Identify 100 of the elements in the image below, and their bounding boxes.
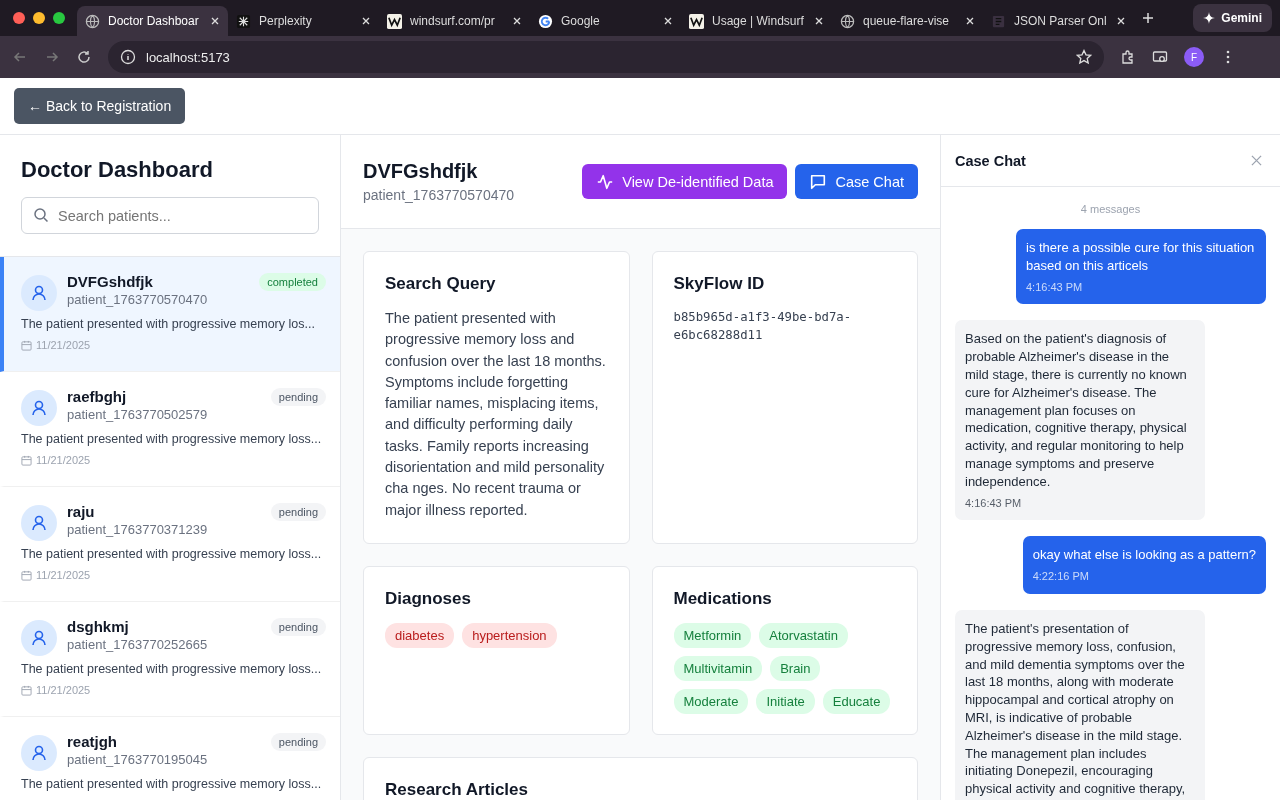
profile-avatar[interactable]: F bbox=[1184, 47, 1204, 67]
search-query-text: The patient presented with progressive memory loss and confusion over the last 18 months. Symptoms include forgetting familiar names, misplacing items, and difficulty performing daily tasks. Family reports increasing disorientation and mild personality cha nges. No recent trauma or major illness reported. bbox=[385, 309, 607, 520]
patient-item[interactable]: reatjgh patient_1763770195045 pending The patient presented with progressive memory loss... bbox=[0, 717, 340, 800]
minimize-window-icon[interactable] bbox=[33, 12, 45, 24]
patient-id: patient_1763770371239 bbox=[67, 522, 209, 537]
medication-tag: Multivitamin bbox=[673, 656, 763, 681]
message-time: 4:16:43 PM bbox=[965, 495, 1023, 511]
url-text: localhost:5173 bbox=[146, 49, 230, 65]
user-avatar-icon bbox=[21, 390, 57, 426]
card-title: Diagnoses bbox=[385, 589, 472, 609]
status-badge: pending bbox=[270, 503, 326, 521]
card-title: Search Query bbox=[385, 274, 497, 294]
status-badge: pending bbox=[270, 388, 326, 406]
medication-tag: Educate bbox=[822, 689, 891, 714]
browser-tab[interactable]: windsurf.com/pr bbox=[379, 6, 530, 36]
user-avatar-icon bbox=[21, 275, 57, 311]
browser-tab[interactable]: Perplexity bbox=[228, 6, 379, 36]
patient-summary: The patient presented with progressive memory loss... bbox=[21, 662, 323, 676]
patient-id: patient_1763770252665 bbox=[67, 637, 209, 652]
patient-summary: The patient presented with progressive memory loss... bbox=[21, 547, 323, 561]
patient-name: reatjgh bbox=[67, 733, 118, 750]
message-text: okay what else is looking as a pattern? bbox=[1032, 546, 1256, 565]
wave-logo-icon bbox=[387, 13, 402, 29]
address-bar[interactable]: localhost:5173 bbox=[108, 41, 1104, 73]
message-count: 4 messages bbox=[1080, 203, 1141, 215]
medication-tag: Moderate bbox=[673, 689, 749, 714]
patient-name: dsghkmj bbox=[67, 618, 130, 635]
message-text: is there a possible cure for this situation based on this articels bbox=[1026, 239, 1256, 275]
diagnosis-tag: diabetes bbox=[385, 623, 455, 648]
search-icon bbox=[33, 207, 49, 223]
status-badge: completed bbox=[259, 273, 326, 291]
user-avatar-icon bbox=[21, 620, 57, 656]
globe-icon bbox=[85, 13, 100, 29]
new-tab-icon[interactable] bbox=[1142, 12, 1154, 24]
card-title: Medications bbox=[673, 589, 773, 609]
patient-name: DVFGshdfjk bbox=[67, 273, 154, 290]
maximize-window-icon[interactable] bbox=[53, 12, 65, 24]
calendar-icon bbox=[21, 684, 32, 696]
message-text: Based on the patient's diagnosis of probable Alzheimer's disease in the mild stage, there is currently no known cure for Alzheimer's disease. The management plan focuses on medication, cognitive therapy, physical activity, and regular monitoring to help manage symptoms and preserve independence. bbox=[965, 330, 1188, 491]
patient-id: patient_1763770502579 bbox=[67, 407, 209, 422]
patient-name: raefbghj bbox=[67, 388, 128, 405]
medication-tag: Initiate bbox=[756, 689, 815, 714]
star-icon[interactable] bbox=[1076, 49, 1092, 65]
card-title: SkyFlow ID bbox=[673, 274, 766, 294]
message-time: 4:22:16 PM bbox=[1032, 569, 1090, 585]
info-icon bbox=[120, 49, 136, 65]
patient-item[interactable]: dsghkmj patient_1763770252665 pending The patient presented with progressive memory loss... 11/21/2025 bbox=[0, 602, 340, 717]
patient-name-heading: DVFGshdfjk bbox=[363, 160, 479, 183]
calendar-icon bbox=[21, 454, 32, 466]
globe-icon bbox=[840, 13, 855, 29]
patient-id: patient_1763770570470 bbox=[363, 187, 515, 203]
view-data-button[interactable]: View De-identified Data bbox=[582, 164, 788, 199]
reload-icon[interactable] bbox=[76, 49, 92, 65]
status-badge: pending bbox=[270, 733, 326, 751]
browser-tab[interactable]: Doctor Dashboar bbox=[77, 6, 228, 36]
wave-logo-icon bbox=[689, 13, 704, 29]
close-window-icon[interactable] bbox=[13, 12, 25, 24]
user-avatar-icon bbox=[21, 505, 57, 541]
chat-bubble-icon bbox=[809, 172, 828, 191]
patient-date: 11/21/2025 bbox=[36, 339, 91, 351]
card-title: Research Articles bbox=[385, 780, 529, 800]
status-badge: pending bbox=[270, 618, 326, 636]
g-logo-icon bbox=[538, 13, 553, 29]
chat-title: Case Chat bbox=[955, 152, 1026, 169]
medication-tag: Brain bbox=[770, 656, 821, 681]
patient-item[interactable]: raefbghj patient_1763770502579 pending The patient presented with progressive memory loss... 11/21/2025 bbox=[0, 372, 340, 487]
sidebar-title: Doctor Dashboard bbox=[21, 157, 214, 183]
skyflow-id: b85b965d-a1f3-49be-bd7a-e6bc68288d11 bbox=[673, 309, 853, 344]
patient-summary: The patient presented with progressive memory los... bbox=[21, 317, 316, 331]
patient-summary: The patient presented with progressive memory loss... bbox=[21, 777, 323, 791]
patient-id: patient_1763770570470 bbox=[67, 292, 209, 307]
case-chat-button[interactable]: Case Chat bbox=[795, 164, 918, 199]
browser-tab[interactable]: queue-flare-vise bbox=[832, 6, 983, 36]
patient-date: 11/21/2025 bbox=[36, 684, 91, 696]
diagnosis-tag: hypertension bbox=[462, 623, 557, 648]
browser-tab[interactable]: Google bbox=[530, 6, 681, 36]
medication-tag: Metformin bbox=[673, 623, 752, 648]
back-button[interactable]: ← Back to Registration bbox=[14, 88, 186, 124]
calendar-icon bbox=[21, 339, 32, 351]
patient-id: patient_1763770195045 bbox=[67, 752, 209, 767]
patient-item[interactable]: DVFGshdfjk patient_1763770570470 completed The patient presented with progressive memory los... 11/21/2025 bbox=[0, 257, 340, 372]
screen-search-icon[interactable] bbox=[1152, 49, 1168, 65]
bug-icon bbox=[236, 13, 251, 29]
patient-item[interactable]: raju patient_1763770371239 pending The patient presented with progressive memory loss... 11/21/2025 bbox=[0, 487, 340, 602]
gemini-button[interactable]: Gemini bbox=[1193, 4, 1272, 32]
medication-tag: Atorvastatin bbox=[759, 623, 848, 648]
user-avatar-icon bbox=[21, 735, 57, 771]
calendar-icon bbox=[21, 569, 32, 581]
puzzle-icon[interactable] bbox=[1120, 49, 1136, 65]
activity-icon bbox=[596, 172, 615, 191]
browser-tab[interactable]: JSON Parser Onl bbox=[983, 6, 1134, 36]
patient-date: 11/21/2025 bbox=[36, 569, 91, 581]
search-field[interactable]: Search patients... bbox=[21, 197, 319, 234]
patient-summary: The patient presented with progressive memory loss... bbox=[21, 432, 323, 446]
patient-name: raju bbox=[67, 503, 96, 520]
message-text: The patient's presentation of progressive memory loss, confusion, and mild dementia symptoms over the last 18 months, along with moderate hippocampal and cortical atrophy on MRI, is indicative of probable Alzheimer's disease in the mild stage. The management plan includes initiating Donepezil, encouraging physical activity and cognitive therapy, bbox=[965, 619, 1187, 798]
document-icon bbox=[991, 13, 1006, 29]
sparkle-icon bbox=[1203, 12, 1216, 24]
message-time: 4:16:43 PM bbox=[1026, 279, 1084, 295]
browser-tab[interactable]: Usage | Windsurf bbox=[681, 6, 832, 36]
